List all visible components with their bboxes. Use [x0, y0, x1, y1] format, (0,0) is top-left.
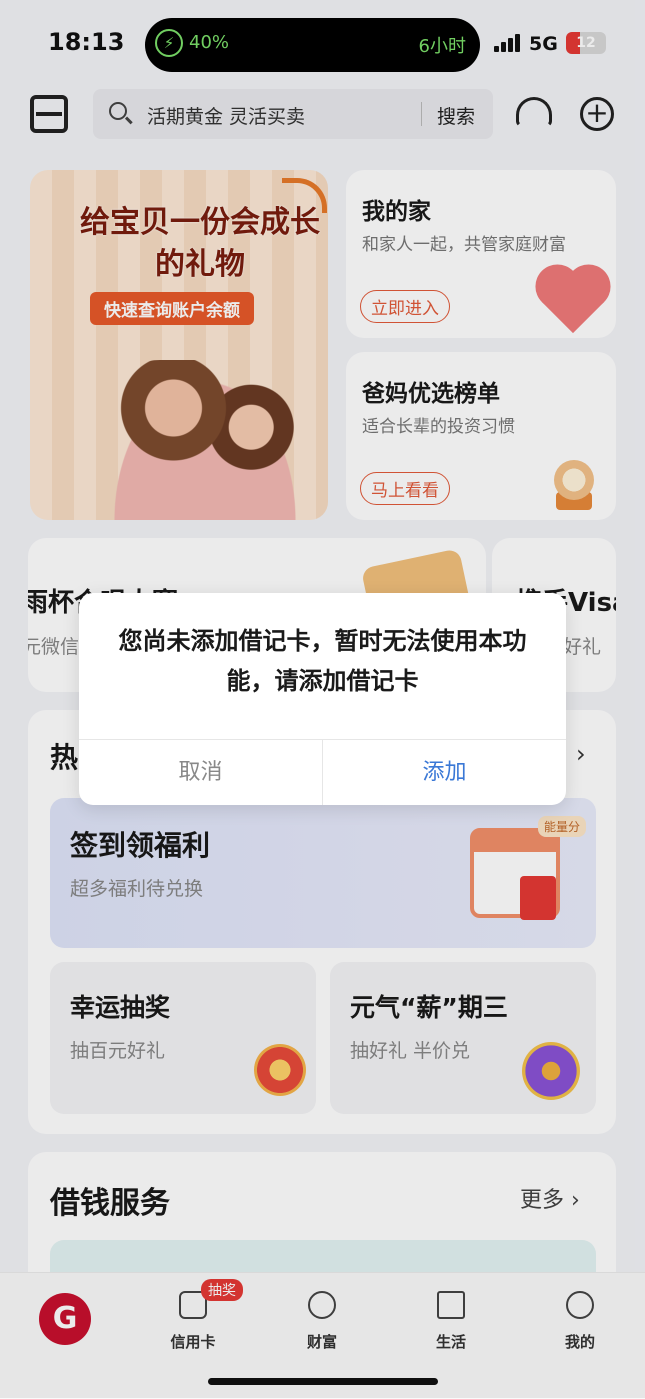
cancel-button[interactable]: 取消 [79, 740, 322, 805]
add-button[interactable]: 添加 [323, 740, 566, 805]
alert-dialog: 您尚未添加借记卡，暂时无法使用本功能，请添加借记卡 取消 添加 [79, 593, 566, 805]
dialog-message: 您尚未添加借记卡，暂时无法使用本功能，请添加借记卡 [118, 627, 527, 695]
